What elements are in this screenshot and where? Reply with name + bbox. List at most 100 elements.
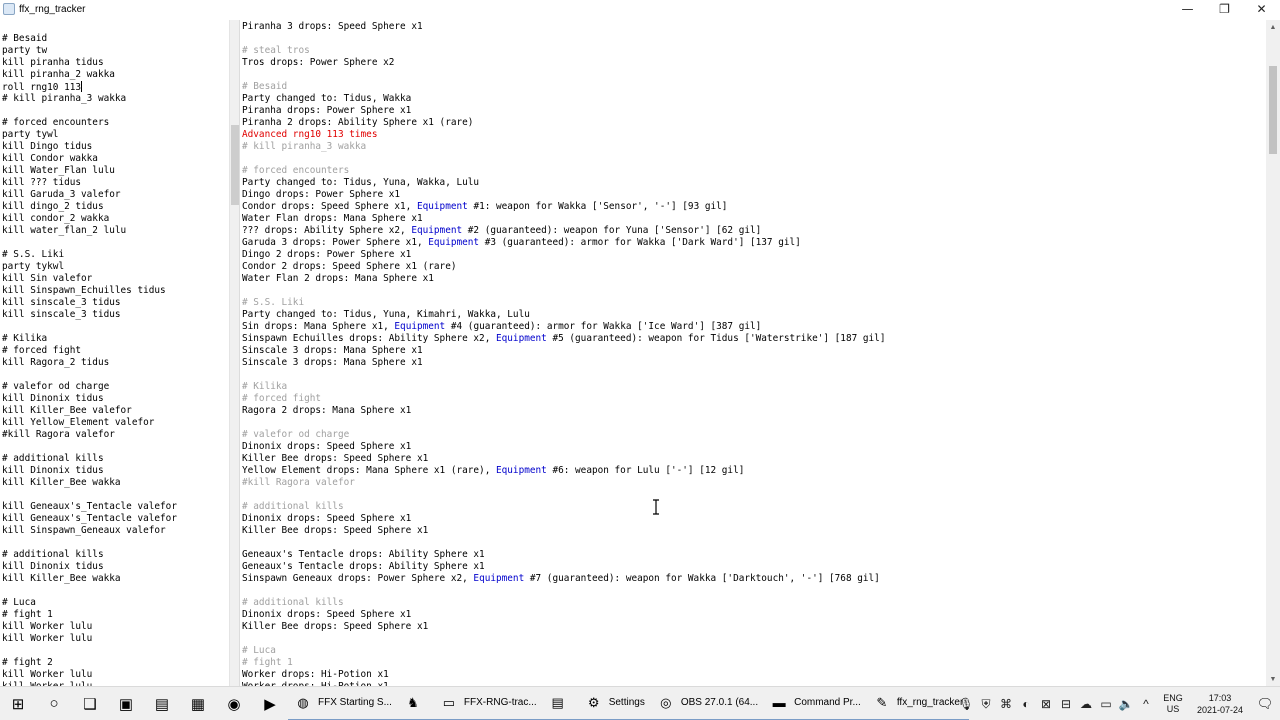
equipment-link: Equipment: [416, 201, 468, 212]
security-icon[interactable]: ⊠: [1036, 687, 1056, 720]
taskbar-app-cmd[interactable]: ▬ Command Pr...: [764, 687, 867, 720]
speaker-icon[interactable]: 🔈: [1116, 687, 1136, 720]
input-line: kill Killer_Bee wakka: [2, 477, 229, 489]
taskbar-app-label: OBS 27.0.1 (64...: [680, 697, 759, 708]
desktop-app-icon[interactable]: ▣: [108, 687, 144, 720]
input-line: party tywl: [2, 129, 229, 141]
firefox-icon: ◍: [297, 694, 309, 710]
output-scrollbar-thumb[interactable]: [1269, 66, 1277, 154]
left-scrollbar-thumb[interactable]: [231, 125, 239, 205]
input-line: # forced fight: [2, 345, 229, 357]
taskbar-app-tracker[interactable]: ✎ ffx_rng_tracker: [866, 687, 970, 720]
input-line: kill Dinonix tidus: [2, 561, 229, 573]
output-text: Water Flan 2 drops: Mana Sphere x1: [242, 273, 434, 284]
taskbar-app-folder[interactable]: ▭ FFX-RNG-trac...: [433, 687, 543, 720]
file-explorer-icon[interactable]: ▤: [144, 687, 180, 720]
chevron-up-icon[interactable]: ^: [1136, 687, 1156, 720]
scroll-up-icon[interactable]: ▲: [1266, 20, 1280, 34]
input-line-text: # kill piranha_3 wakka: [2, 93, 127, 104]
input-line: kill Sinspawn_Geneaux valefor: [2, 525, 229, 537]
taskbar-app-settings[interactable]: ⚙ Settings: [578, 687, 651, 720]
input-line: [2, 645, 229, 657]
chrome-icon[interactable]: ◉: [216, 687, 252, 720]
output-text: # additional kills: [242, 597, 344, 608]
folder-icon: ▭: [442, 694, 456, 710]
taskbar-apps: ◍ FFX Starting S... ♞ ▭ FFX-RNG-trac... ▤ ⚙ Set…: [288, 687, 970, 720]
input-line: [2, 537, 229, 549]
equipment-link: Equipment: [473, 573, 525, 584]
pane-divider[interactable]: [229, 20, 240, 686]
taskbar-app-obs[interactable]: ◎ OBS 27.0.1 (64...: [650, 687, 765, 720]
input-line: kill dingo_2 tidus: [2, 201, 229, 213]
cloud-icon[interactable]: ☁: [1076, 687, 1096, 720]
maximize-button[interactable]: ❐: [1206, 0, 1243, 18]
taskbar-app-firefox[interactable]: ◍ FFX Starting S...: [288, 687, 398, 720]
output-scrollbar[interactable]: ▲ ▼: [1266, 20, 1280, 686]
output-text: # forced encounters: [242, 165, 350, 176]
scroll-down-icon[interactable]: ▼: [1266, 672, 1280, 686]
output-line: # Kilika: [242, 381, 1266, 393]
shield-icon[interactable]: ⛨: [976, 687, 996, 720]
start-icon[interactable]: ⊞: [0, 687, 36, 720]
output-line: ??? drops: Ability Sphere x2, Equipment …: [242, 225, 1266, 237]
media-player-icon[interactable]: ▶: [252, 687, 288, 720]
output-panel[interactable]: Piranha 3 drops: Speed Sphere x1 # steal …: [241, 20, 1266, 686]
taskbar-app-window[interactable]: ▤: [542, 687, 579, 720]
output-text: Sinscale 3 drops: Mana Sphere x1: [242, 345, 423, 356]
steam-icon[interactable]: ◐: [1016, 687, 1036, 720]
notepad-icon[interactable]: ▦: [180, 687, 216, 720]
taskbar-app-game[interactable]: ♞: [397, 687, 434, 720]
input-line: kill Dinonix tidus: [2, 465, 229, 477]
input-line: #kill Ragora valefor: [2, 429, 229, 441]
output-line: Condor 2 drops: Speed Sphere x1 (rare): [242, 261, 1266, 273]
minimize-button[interactable]: —: [1169, 0, 1206, 18]
close-button[interactable]: ✕: [1243, 0, 1280, 18]
input-line-text: kill Ragora_2 tidus: [2, 357, 110, 368]
clock[interactable]: 17:03 2021-07-24: [1190, 692, 1250, 716]
usb-icon[interactable]: ⊟: [1056, 687, 1076, 720]
input-line-text: # fight 1: [2, 609, 53, 620]
input-line-text: party tywl: [2, 129, 59, 140]
taskbar-app-label: FFX Starting S...: [318, 697, 392, 708]
equipment-link: Equipment: [496, 333, 547, 344]
task-view-icon[interactable]: ❑: [72, 687, 108, 720]
search-icon[interactable]: ○: [36, 687, 72, 720]
output-line: Dinonix drops: Speed Sphere x1: [242, 609, 1266, 621]
output-text: Advanced rng10 113 times: [242, 129, 378, 140]
input-line: kill Condor wakka: [2, 153, 229, 165]
input-line: [2, 585, 229, 597]
mic-icon[interactable]: 🎙: [956, 687, 976, 720]
output-text: #6: weapon for Lulu ['-'] [12 gil]: [546, 465, 745, 476]
taskbar-app-label: ffx_rng_tracker: [896, 697, 964, 708]
display-icon[interactable]: ▭: [1096, 687, 1116, 720]
network-icon[interactable]: ⌘: [996, 687, 1016, 720]
input-line: # forced encounters: [2, 117, 229, 129]
output-line: Party changed to: Tidus, Wakka: [242, 93, 1266, 105]
output-line: # forced fight: [242, 393, 1266, 405]
output-text: Dinonix drops: Speed Sphere x1: [242, 513, 412, 524]
output-line: # additional kills: [242, 597, 1266, 609]
window-icon: ▤: [551, 694, 564, 710]
input-line: kill Dinonix tidus: [2, 393, 229, 405]
input-line: [2, 369, 229, 381]
output-text: #kill Ragora valefor: [242, 477, 355, 488]
output-line: Worker drops: Hi-Potion x1: [242, 669, 1266, 681]
output-text: # forced fight: [242, 393, 322, 404]
feather-icon: ✎: [876, 694, 888, 710]
output-line: Ragora 2 drops: Mana Sphere x1: [242, 405, 1266, 417]
output-line: # kill piranha_3 wakka: [242, 141, 1266, 153]
output-text: Ragora 2 drops: Mana Sphere x1: [242, 405, 412, 416]
output-line: # Luca: [242, 645, 1266, 657]
input-line: [2, 441, 229, 453]
output-text: Dingo drops: Power Sphere x1: [242, 189, 401, 200]
input-line-text: party tykwl: [2, 261, 65, 272]
output-line: Garuda 3 drops: Power Sphere x1, Equipme…: [242, 237, 1266, 249]
input-editor[interactable]: # Besaid party tw kill piranha tidus kill p…: [0, 20, 229, 686]
obs-icon: ◎: [660, 694, 672, 710]
notification-icon[interactable]: 🗨: [1250, 687, 1280, 720]
language-indicator[interactable]: ENG US: [1156, 693, 1190, 715]
output-line: Piranha drops: Power Sphere x1: [242, 105, 1266, 117]
input-line-text: # forced fight: [2, 345, 82, 356]
